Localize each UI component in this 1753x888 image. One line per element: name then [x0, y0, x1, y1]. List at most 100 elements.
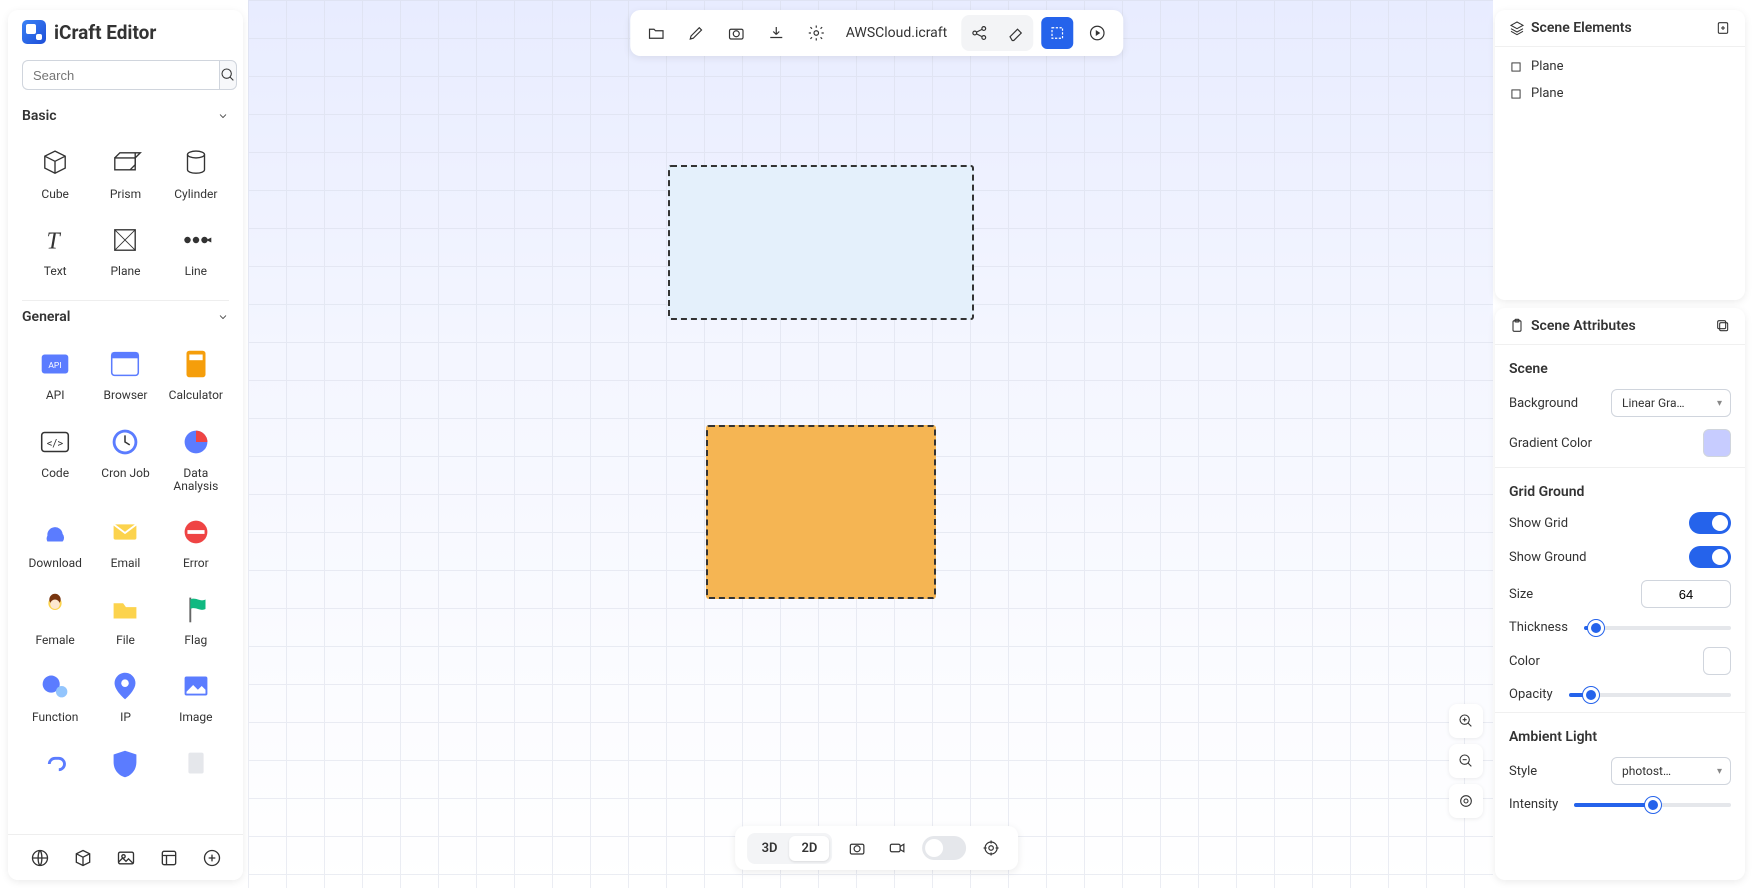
- shape-female[interactable]: Female: [22, 584, 88, 651]
- globe-button[interactable]: [25, 843, 55, 873]
- shape-cron-job[interactable]: Cron Job: [92, 417, 158, 497]
- share-icon: [970, 24, 988, 42]
- shape-image[interactable]: Image: [163, 661, 229, 728]
- screenshot-button[interactable]: [720, 17, 752, 49]
- shape-line[interactable]: Line: [163, 215, 229, 282]
- intensity-row: Intensity: [1495, 791, 1745, 818]
- shape-code[interactable]: </>Code: [22, 417, 88, 497]
- category-basic-header[interactable]: Basic: [22, 100, 229, 132]
- camera-photo-button[interactable]: [842, 833, 872, 863]
- search-icon: [220, 67, 236, 83]
- cloud-download-icon: [36, 513, 74, 551]
- erase-button[interactable]: [999, 17, 1031, 49]
- canvas[interactable]: [248, 0, 1493, 888]
- gradient-color-row: Gradient Color: [1495, 423, 1745, 463]
- play-icon: [1088, 24, 1106, 42]
- color-swatch[interactable]: [1703, 647, 1731, 675]
- zoom-out-button[interactable]: [1449, 744, 1483, 778]
- chart-pie-icon: [177, 423, 215, 461]
- show-grid-row: Show Grid: [1495, 506, 1745, 540]
- clock-icon: [106, 423, 144, 461]
- view-2d-button[interactable]: 2D: [790, 836, 830, 861]
- style-select[interactable]: photost…: [1611, 757, 1731, 785]
- intensity-slider[interactable]: [1574, 803, 1731, 807]
- attributes-body[interactable]: Scene Background Linear Gra… Gradient Co…: [1495, 345, 1745, 832]
- opacity-slider[interactable]: [1569, 693, 1731, 697]
- cube-outline-icon: [73, 848, 93, 868]
- view-switch[interactable]: [922, 836, 966, 860]
- download-icon: [767, 24, 785, 42]
- sidebar-left: iCraft Editor Basic Cube Prism Cylinder: [8, 10, 243, 880]
- zoom-fit-button[interactable]: [1449, 784, 1483, 818]
- chevron-down-icon: [217, 311, 229, 323]
- canvas-shape-plane-1[interactable]: [668, 165, 974, 320]
- plane-icon: [108, 223, 142, 257]
- shape-prism[interactable]: Prism: [92, 138, 158, 205]
- app-title: iCraft Editor: [54, 21, 156, 44]
- shape-plane[interactable]: Plane: [92, 215, 158, 282]
- shape-calculator[interactable]: Calculator: [163, 339, 229, 406]
- shape-browser[interactable]: Browser: [92, 339, 158, 406]
- show-grid-toggle[interactable]: [1689, 512, 1731, 534]
- background-select[interactable]: Linear Gra…: [1611, 389, 1731, 417]
- shape-label: Cylinder: [174, 188, 217, 201]
- canvas-shape-plane-2[interactable]: [706, 425, 936, 599]
- calculator-icon: [177, 345, 215, 383]
- settings-button[interactable]: [800, 17, 832, 49]
- shape-palette[interactable]: Basic Cube Prism Cylinder T Text Pla: [8, 100, 243, 880]
- shape-text[interactable]: T Text: [22, 215, 88, 282]
- copy-icon[interactable]: [1715, 318, 1731, 334]
- shape-error[interactable]: Error: [163, 507, 229, 574]
- size-input[interactable]: [1641, 580, 1731, 608]
- prism-icon: [108, 146, 142, 180]
- svg-text:</>: </>: [47, 435, 63, 449]
- search-button[interactable]: [219, 60, 237, 90]
- thickness-slider[interactable]: [1584, 626, 1731, 630]
- show-grid-label: Show Grid: [1509, 516, 1568, 531]
- cube-outline-button[interactable]: [68, 843, 98, 873]
- scene-element-item[interactable]: Plane: [1495, 53, 1745, 80]
- shape-ip[interactable]: IP: [92, 661, 158, 728]
- category-general-header[interactable]: General: [22, 300, 229, 333]
- shape-email[interactable]: Email: [92, 507, 158, 574]
- shape-partial-2[interactable]: [92, 739, 158, 789]
- clipboard-icon: [1509, 318, 1525, 334]
- shape-file[interactable]: File: [92, 584, 158, 651]
- focus-button[interactable]: [976, 833, 1006, 863]
- show-ground-toggle[interactable]: [1689, 546, 1731, 568]
- shape-label: Email: [111, 557, 141, 570]
- category-basic-label: Basic: [22, 108, 57, 124]
- shape-download[interactable]: Download: [22, 507, 88, 574]
- gradient-color-swatch[interactable]: [1703, 429, 1731, 457]
- image-button[interactable]: [111, 843, 141, 873]
- import-button[interactable]: [760, 17, 792, 49]
- text-icon: T: [38, 223, 72, 257]
- edit-button[interactable]: [680, 17, 712, 49]
- shape-data-analysis[interactable]: Data Analysis: [163, 417, 229, 497]
- zoom-controls: [1449, 704, 1483, 818]
- record-button[interactable]: [882, 833, 912, 863]
- shape-label: Plane: [110, 265, 140, 278]
- new-page-icon[interactable]: [1715, 20, 1731, 36]
- size-label: Size: [1509, 587, 1533, 602]
- scene-element-item[interactable]: Plane: [1495, 80, 1745, 107]
- view-3d-button[interactable]: 3D: [750, 836, 790, 861]
- shape-partial-1[interactable]: [22, 739, 88, 789]
- shape-cylinder[interactable]: Cylinder: [163, 138, 229, 205]
- shape-cube[interactable]: Cube: [22, 138, 88, 205]
- play-button[interactable]: [1081, 17, 1113, 49]
- share-button[interactable]: [963, 17, 995, 49]
- shape-partial-3[interactable]: [163, 739, 229, 789]
- search-input[interactable]: [22, 60, 219, 90]
- opacity-label: Opacity: [1509, 687, 1553, 702]
- category-basic-grid: Cube Prism Cylinder T Text Plane Line: [22, 132, 229, 294]
- open-folder-button[interactable]: [640, 17, 672, 49]
- shape-flag[interactable]: Flag: [163, 584, 229, 651]
- shape-api[interactable]: APIAPI: [22, 339, 88, 406]
- select-tool-button[interactable]: [1041, 17, 1073, 49]
- template-button[interactable]: [154, 843, 184, 873]
- add-button[interactable]: [197, 843, 227, 873]
- shape-function[interactable]: Function: [22, 661, 88, 728]
- zoom-in-button[interactable]: [1449, 704, 1483, 738]
- shield-icon: [106, 745, 144, 783]
